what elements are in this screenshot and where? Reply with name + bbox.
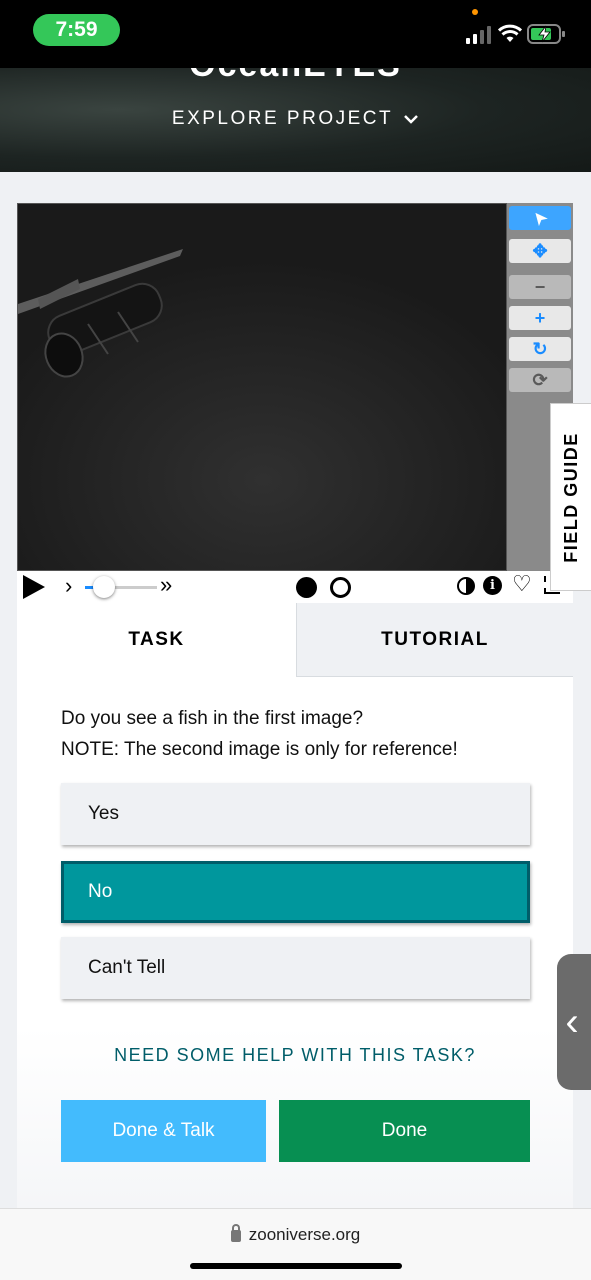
underwater-scene xyxy=(18,204,506,570)
url-text: zooniverse.org xyxy=(248,1225,361,1244)
browser-address-bar[interactable]: zooniverse.org xyxy=(0,1208,591,1280)
move-icon: ✥ xyxy=(532,240,548,261)
project-hero: OceanEYES EXPLORE PROJECT xyxy=(0,68,591,172)
lock-icon xyxy=(230,1224,241,1242)
frame-1-dot[interactable] xyxy=(296,577,317,598)
task-question: Do you see a fish in the first image? NO… xyxy=(61,703,551,765)
answer-cant-tell[interactable]: Can't Tell xyxy=(61,937,530,999)
reset-icon: ⟳ xyxy=(532,369,548,390)
annotate-pointer-button[interactable]: ➤ xyxy=(509,206,571,230)
explore-project-menu[interactable]: EXPLORE PROJECT xyxy=(0,108,591,130)
project-title[interactable]: OceanEYES xyxy=(0,68,591,85)
step-forward-icon[interactable]: › xyxy=(65,573,72,599)
privacy-indicator-icon xyxy=(472,9,478,15)
tab-tutorial[interactable]: TUTORIAL xyxy=(296,603,573,677)
subject-image[interactable] xyxy=(17,203,507,571)
fast-forward-icon[interactable]: » xyxy=(160,572,172,598)
subject-viewer: ➤ ✥ − + ↻ ⟳ › » i ♡ xyxy=(17,203,573,603)
done-and-talk-button[interactable]: Done & Talk xyxy=(61,1100,266,1162)
answer-label: Can't Tell xyxy=(88,957,166,978)
playback-controls: › » i ♡ xyxy=(17,571,573,603)
side-drawer-handle[interactable]: ‹ xyxy=(557,954,591,1090)
speed-slider-thumb[interactable] xyxy=(93,576,115,598)
status-bar: 7:59 xyxy=(0,0,591,68)
task-tabs: TASK TUTORIAL xyxy=(17,603,573,677)
zoom-in-icon: + xyxy=(534,307,546,328)
answer-no[interactable]: No xyxy=(61,861,530,923)
reset-view-button[interactable]: ⟳ xyxy=(509,368,571,392)
status-time: 7:59 xyxy=(33,14,120,46)
field-guide-tab[interactable]: FIELD GUIDE xyxy=(550,403,591,591)
question-text: Do you see a fish in the first image? xyxy=(61,708,364,729)
tab-task[interactable]: TASK xyxy=(17,603,296,677)
play-icon[interactable] xyxy=(23,575,45,599)
zoom-out-button[interactable]: − xyxy=(509,275,571,299)
answer-yes[interactable]: Yes xyxy=(61,783,530,845)
invert-contrast-icon[interactable] xyxy=(457,577,475,595)
rotate-button[interactable]: ↻ xyxy=(509,337,571,361)
done-button[interactable]: Done xyxy=(279,1100,530,1162)
info-icon[interactable]: i xyxy=(483,576,502,595)
answer-label: No xyxy=(88,881,113,902)
favorite-heart-icon[interactable]: ♡ xyxy=(512,571,532,597)
explore-project-label: EXPLORE PROJECT xyxy=(171,108,394,129)
battery-charging-icon xyxy=(527,24,565,44)
task-panel: TASK TUTORIAL Do you see a fish in the f… xyxy=(17,603,573,1208)
frame-2-dot[interactable] xyxy=(330,577,351,598)
pointer-icon: ➤ xyxy=(529,207,552,229)
question-note: NOTE: The second image is only for refer… xyxy=(61,739,458,760)
chevron-down-icon xyxy=(404,115,418,124)
field-guide-label: FIELD GUIDE xyxy=(560,431,581,563)
answer-label: Yes xyxy=(88,803,119,824)
wifi-icon xyxy=(498,24,522,42)
home-indicator[interactable] xyxy=(190,1263,402,1269)
move-button[interactable]: ✥ xyxy=(509,239,571,263)
url-display[interactable]: zooniverse.org xyxy=(0,1224,591,1245)
help-link[interactable]: NEED SOME HELP WITH THIS TASK? xyxy=(17,1045,573,1066)
cellular-signal-icon xyxy=(466,26,491,44)
zoom-out-icon: − xyxy=(534,276,546,297)
rotate-icon: ↻ xyxy=(532,338,548,359)
chevron-left-icon: ‹ xyxy=(565,999,579,1044)
zoom-in-button[interactable]: + xyxy=(509,306,571,330)
